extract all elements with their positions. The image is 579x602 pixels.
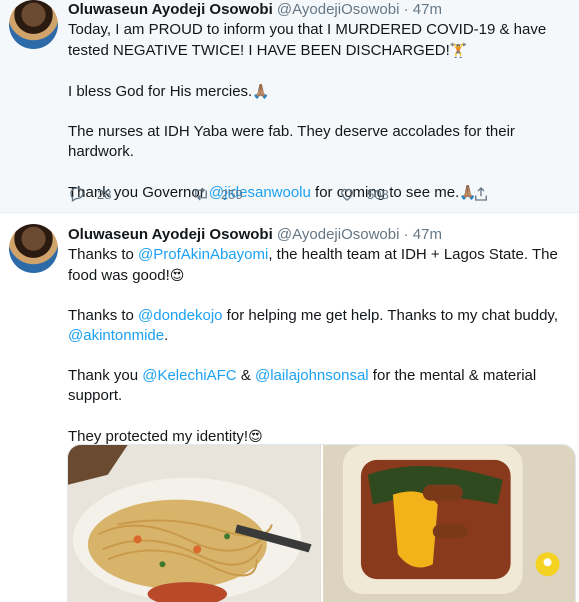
mention-link[interactable]: @akintonmide — [68, 327, 164, 344]
tweet-header: Oluwaseun Ayodeji Osowobi @AyodejiOsowob… — [68, 0, 569, 20]
food-photo-soup[interactable] — [322, 445, 575, 602]
like-count: 508 — [367, 186, 389, 202]
mention-link[interactable]: @dondekojo — [138, 307, 222, 324]
tweet-media[interactable] — [67, 444, 576, 602]
text-segment: Thank you — [68, 367, 143, 384]
reply-count: 28 — [97, 186, 112, 202]
text-segment: . — [164, 327, 169, 344]
text-segment: Thanks to — [68, 307, 139, 324]
text-segment: Thanks to — [68, 246, 139, 263]
text-segment: for helping me get help. Thanks to my ch… — [222, 307, 558, 324]
praying-hands-emoji: 🙏🏽 — [252, 83, 270, 99]
tweet-text: The nurses at IDH Yaba were fab. They de… — [68, 122, 569, 162]
author-handle[interactable]: @AyodejiOsowobi — [277, 226, 400, 243]
tweet-text: Thank you @KelechiAFC & @lailajohnsonsal… — [68, 366, 569, 406]
author-handle[interactable]: @AyodejiOsowobi — [277, 1, 400, 18]
text-segment: They protected my identity! — [68, 428, 249, 445]
share-button[interactable] — [472, 183, 501, 205]
share-icon — [475, 187, 487, 201]
mention-link[interactable]: @KelechiAFC — [142, 367, 236, 384]
tweet-content: Oluwaseun Ayodeji Osowobi @AyodejiOsowob… — [68, 0, 569, 203]
author-name[interactable]: Oluwaseun Ayodeji Osowobi — [68, 1, 273, 18]
like-button[interactable]: 508 — [338, 183, 389, 205]
text-segment: I bless God for His mercies. — [68, 83, 253, 100]
text-segment: & — [236, 367, 255, 384]
tweet-header: Oluwaseun Ayodeji Osowobi @AyodejiOsowob… — [68, 225, 569, 245]
tweet-text: Today, I am PROUD to inform you that I M… — [68, 20, 569, 61]
reply-icon — [70, 187, 84, 202]
tweet-text: Thanks to @dondekojo for helping me get … — [68, 306, 569, 346]
author-name[interactable]: Oluwaseun Ayodeji Osowobi — [68, 226, 273, 243]
soup-illustration — [322, 445, 575, 602]
heart-eyes-emoji: 😍 — [248, 428, 263, 444]
retweet-button[interactable]: 259 — [192, 183, 243, 205]
tweet-text: I bless God for His mercies.🙏🏽 — [68, 81, 569, 102]
avatar[interactable] — [9, 224, 58, 273]
avatar[interactable] — [9, 0, 58, 49]
retweet-count: 259 — [221, 186, 243, 202]
retweet-icon — [195, 187, 207, 201]
heart-eyes-emoji: 😍 — [169, 267, 185, 283]
tweet-text: Thanks to @ProfAkinAbayomi, the health t… — [68, 245, 569, 286]
tweet-2[interactable]: Oluwaseun Ayodeji Osowobi @AyodejiOsowob… — [0, 213, 579, 602]
noodles-illustration — [68, 445, 321, 602]
tweet-time[interactable]: · 47m — [404, 1, 442, 18]
food-photo-noodles[interactable] — [68, 445, 321, 602]
mention-link[interactable]: @lailajohnsonsal — [255, 367, 369, 384]
tweet-1[interactable]: Oluwaseun Ayodeji Osowobi @AyodejiOsowob… — [0, 0, 579, 213]
tweet-time[interactable]: · 47m — [404, 226, 442, 243]
like-icon — [341, 188, 353, 201]
mention-link[interactable]: @ProfAkinAbayomi — [138, 246, 268, 263]
text-segment: Today, I am PROUD to inform you that I M… — [68, 21, 547, 59]
reply-button[interactable]: 28 — [68, 183, 111, 205]
weightlifter-emoji: 🏋 — [449, 42, 468, 58]
tweet-actions: 28 259 508 — [68, 183, 508, 205]
text-segment: The nurses at IDH Yaba were fab. They de… — [68, 123, 515, 160]
tweet-content: Oluwaseun Ayodeji Osowobi @AyodejiOsowob… — [68, 225, 569, 447]
